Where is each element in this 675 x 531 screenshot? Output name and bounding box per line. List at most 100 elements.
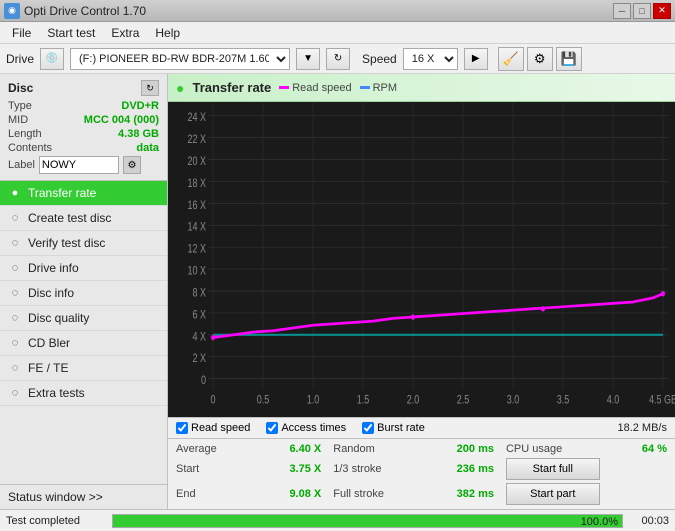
- menu-help[interactable]: Help: [147, 24, 188, 42]
- erase-icon-btn[interactable]: 🧹: [498, 47, 524, 71]
- end-label: End: [176, 488, 247, 500]
- disc-refresh-btn[interactable]: ↻: [141, 80, 159, 96]
- svg-text:3.0: 3.0: [507, 393, 520, 407]
- drive-info-icon: ◌: [8, 262, 22, 274]
- svg-text:2.0: 2.0: [407, 393, 420, 407]
- average-label: Average: [176, 443, 247, 455]
- disc-type-row: Type DVD+R: [8, 100, 159, 112]
- svg-text:4.0: 4.0: [607, 393, 620, 407]
- nav-item-transfer-rate[interactable]: ● Transfer rate: [0, 181, 167, 206]
- title-bar-controls: ─ □ ✕: [613, 3, 671, 19]
- nav-item-disc-info[interactable]: ◌ Disc info: [0, 281, 167, 306]
- disc-contents-val: data: [136, 142, 159, 154]
- disc-contents-label: Contents: [8, 142, 52, 154]
- disc-header: Disc ↻: [8, 80, 159, 96]
- nav-item-verify-test-disc[interactable]: ◌ Verify test disc: [0, 231, 167, 256]
- status-window-btn[interactable]: Status window >>: [0, 484, 167, 509]
- svg-text:14 X: 14 X: [187, 220, 206, 234]
- speed-select[interactable]: 16 X: [403, 48, 458, 70]
- svg-text:6 X: 6 X: [193, 308, 206, 322]
- chart-area: 24 X 22 X 20 X 18 X 16 X 14 X 12 X 10 X …: [168, 102, 675, 417]
- disc-label-row: Label ⚙: [8, 156, 159, 174]
- sidebar: Disc ↻ Type DVD+R MID MCC 004 (000) Leng…: [0, 74, 168, 509]
- maximize-button[interactable]: □: [633, 3, 651, 19]
- cpu-label: CPU usage: [506, 443, 600, 455]
- end-val: 9.08 X: [259, 488, 321, 500]
- nav-item-disc-quality[interactable]: ◌ Disc quality: [0, 306, 167, 331]
- status-window-label: Status window >>: [8, 490, 103, 504]
- drive-select[interactable]: (F:) PIONEER BD-RW BDR-207M 1.60: [70, 48, 290, 70]
- svg-text:3.5: 3.5: [557, 393, 570, 407]
- svg-text:18 X: 18 X: [187, 177, 206, 191]
- minimize-button[interactable]: ─: [613, 3, 631, 19]
- start-full-button[interactable]: Start full: [506, 458, 600, 480]
- status-text: Test completed: [6, 515, 106, 527]
- drive-refresh-btn[interactable]: ↻: [326, 48, 350, 70]
- speed-arrow-btn[interactable]: ▶: [464, 48, 488, 70]
- settings-icon-btn[interactable]: ⚙: [527, 47, 553, 71]
- disc-quality-icon: ◌: [8, 312, 22, 324]
- chart-controls: Read speed Access times Burst rate 18.2 …: [168, 417, 675, 439]
- drive-icon-btn[interactable]: 💿: [40, 48, 64, 70]
- nav-item-create-test-disc[interactable]: ◌ Create test disc: [0, 206, 167, 231]
- nav-item-fe-te[interactable]: ◌ FE / TE: [0, 356, 167, 381]
- nav-item-cd-bler-label: CD Bler: [28, 336, 70, 350]
- nav-item-cd-bler[interactable]: ◌ CD Bler: [0, 331, 167, 356]
- disc-contents-row: Contents data: [8, 142, 159, 154]
- nav-item-fe-te-label: FE / TE: [28, 361, 68, 375]
- disc-type-val: DVD+R: [121, 100, 159, 112]
- nav-item-drive-info[interactable]: ◌ Drive info: [0, 256, 167, 281]
- progress-text: 100.0%: [581, 515, 618, 528]
- access-times-checkbox[interactable]: [266, 422, 278, 434]
- transfer-rate-icon: ●: [8, 187, 22, 199]
- svg-text:2.5: 2.5: [457, 393, 470, 407]
- stroke-1-3-val: 236 ms: [426, 463, 494, 475]
- verify-test-disc-icon: ◌: [8, 237, 22, 249]
- progress-bar-container: 100.0%: [112, 514, 623, 528]
- disc-length-val: 4.38 GB: [118, 128, 159, 140]
- nav-item-verify-test-disc-label: Verify test disc: [28, 236, 105, 250]
- menu-extra[interactable]: Extra: [103, 24, 147, 42]
- start-val: 3.75 X: [259, 463, 321, 475]
- read-speed-checkbox[interactable]: [176, 422, 188, 434]
- access-times-checkbox-label: Access times: [281, 422, 346, 434]
- burst-rate-checkbox-item: Burst rate: [362, 422, 425, 434]
- stroke-1-3-label: 1/3 stroke: [333, 463, 414, 475]
- disc-title: Disc: [8, 81, 33, 95]
- menu-start-test[interactable]: Start test: [39, 24, 103, 42]
- burst-rate-checkbox[interactable]: [362, 422, 374, 434]
- nav-item-disc-info-label: Disc info: [28, 286, 74, 300]
- read-speed-checkbox-item: Read speed: [176, 422, 250, 434]
- disc-info-icon: ◌: [8, 287, 22, 299]
- right-panel: ● Transfer rate Read speed RPM: [168, 74, 675, 509]
- stats-area: Average 6.40 X Random 200 ms CPU usage 6…: [168, 439, 675, 509]
- title-text: Opti Drive Control 1.70: [24, 4, 146, 18]
- disc-label-key: Label: [8, 159, 35, 171]
- app-icon: ◉: [4, 3, 20, 19]
- status-time: 00:03: [629, 515, 669, 527]
- random-val: 200 ms: [426, 443, 494, 455]
- disc-mid-row: MID MCC 004 (000): [8, 114, 159, 126]
- svg-text:0: 0: [201, 374, 206, 388]
- drive-arrow-btn[interactable]: ▼: [296, 48, 320, 70]
- disc-mid-val: MCC 004 (000): [84, 114, 159, 126]
- chart-header-icon: ●: [176, 80, 184, 96]
- menu-bar: File Start test Extra Help: [0, 22, 675, 44]
- disc-label-edit-btn[interactable]: ⚙: [123, 156, 141, 174]
- read-speed-checkbox-label: Read speed: [191, 422, 250, 434]
- start-part-button[interactable]: Start part: [506, 483, 600, 505]
- progress-bar-fill: [113, 515, 622, 527]
- close-button[interactable]: ✕: [653, 3, 671, 19]
- burst-rate-val: 18.2 MB/s: [617, 422, 667, 434]
- save-icon-btn[interactable]: 💾: [556, 47, 582, 71]
- legend-read-speed: Read speed: [279, 82, 351, 94]
- nav-item-drive-info-label: Drive info: [28, 261, 79, 275]
- menu-file[interactable]: File: [4, 24, 39, 42]
- svg-text:8 X: 8 X: [193, 286, 206, 300]
- random-label: Random: [333, 443, 414, 455]
- disc-label-input[interactable]: [39, 156, 119, 174]
- nav-item-extra-tests[interactable]: ◌ Extra tests: [0, 381, 167, 406]
- extra-tests-icon: ◌: [8, 387, 22, 399]
- chart-title: Transfer rate: [192, 80, 271, 95]
- full-stroke-val: 382 ms: [426, 488, 494, 500]
